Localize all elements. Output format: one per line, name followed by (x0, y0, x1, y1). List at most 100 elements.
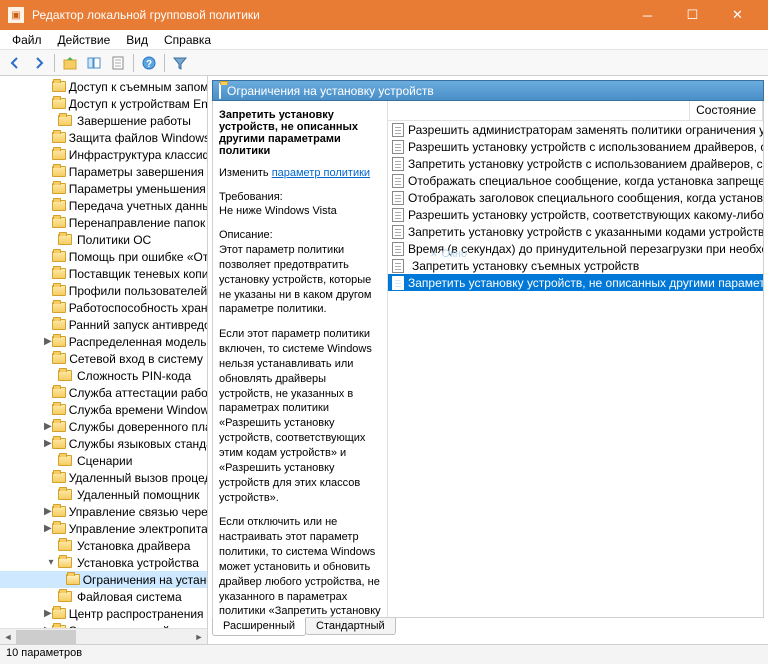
folder-icon (58, 556, 74, 570)
tree-item[interactable]: ▶Доступ к съемным запоми (0, 78, 207, 95)
back-button[interactable] (4, 52, 26, 74)
expand-icon[interactable]: ▶ (44, 336, 52, 347)
title-bar: ▣ Редактор локальной групповой политики … (0, 0, 768, 30)
tree-item[interactable]: ▶Поставщик теневых копий (0, 265, 207, 282)
up-button[interactable] (59, 52, 81, 74)
description-column: Запретить установку устройств, не описан… (213, 101, 388, 617)
tree-item-label: Сложность PIN-кода (77, 369, 191, 383)
folder-icon (52, 437, 66, 451)
tree-item[interactable]: ▶ Центр распространения кл (0, 605, 207, 622)
folder-icon (52, 522, 66, 536)
tab-extended[interactable]: Расширенный (212, 617, 306, 636)
folder-icon (52, 267, 66, 281)
expand-icon[interactable]: ▶ (44, 523, 52, 534)
properties-button[interactable] (107, 52, 129, 74)
tree-item[interactable]: ▶Служба аттестации работос (0, 384, 207, 401)
tree-item[interactable]: ▶Сетевой вход в систему (0, 350, 207, 367)
list-row[interactable]: Запретить установку съемных устройств (388, 257, 763, 274)
content-header: Ограничения на установку устройств (212, 80, 764, 101)
list-row[interactable]: Запретить установку устройств, не описан… (388, 274, 763, 291)
edit-policy-link[interactable]: параметр политики (272, 167, 370, 179)
tree-item[interactable]: ▶Удаленный вызов процедур (0, 469, 207, 486)
tree-item[interactable]: ▾Установка устройства (0, 554, 207, 571)
collapse-icon[interactable]: ▾ (44, 557, 58, 568)
menu-file[interactable]: Файл (4, 31, 50, 49)
tree-item[interactable]: ▶ Управление связью через И (0, 503, 207, 520)
minimize-button[interactable]: ─ (625, 0, 670, 30)
tree-item[interactable]: ▶Перенаправление папок (0, 214, 207, 231)
tree-item[interactable]: ▶Помощь при ошибке «Отк (0, 248, 207, 265)
column-state[interactable]: Состояние (690, 101, 763, 120)
window-title: Редактор локальной групповой политики (32, 8, 625, 22)
tree-item[interactable]: ▶Службы языковых стандарт (0, 435, 207, 452)
tree-item-label: Управление связью через И (69, 505, 207, 519)
folder-icon (66, 573, 80, 587)
description-p2: Если этот параметр политики включен, то … (219, 327, 381, 505)
tree-item-label: Ранний запуск антивредонс (69, 318, 207, 332)
description-p1: Этот параметр политики позволяет предотв… (219, 243, 381, 317)
tree-item[interactable]: ▶Политики ОС (0, 231, 207, 248)
tree-item[interactable]: ▶Профили пользователей (0, 282, 207, 299)
tree-item[interactable]: ▶ Управление электропитани (0, 520, 207, 537)
list-row-label: Разрешить установку устройств, соответст… (408, 208, 763, 222)
column-setting[interactable] (388, 101, 690, 120)
tree-item-label: Защита файлов Windows (69, 131, 207, 145)
list-row[interactable]: Отображать заголовок специального сообще… (388, 189, 763, 206)
expand-icon[interactable]: ▶ (44, 421, 52, 432)
list-row[interactable]: Разрешить администраторам заменять полит… (388, 121, 763, 138)
tree-item[interactable]: ▶Инфраструктура классифи (0, 146, 207, 163)
tree-item[interactable]: ▶Завершение работы (0, 112, 207, 129)
tree-item[interactable]: ▶Установка драйвера (0, 537, 207, 554)
policy-icon (392, 276, 404, 290)
expand-icon[interactable]: ▶ (44, 608, 52, 619)
folder-icon (58, 590, 74, 604)
close-button[interactable]: ✕ (715, 0, 760, 30)
expand-icon[interactable]: ▶ (44, 438, 52, 449)
tab-standard[interactable]: Стандартный (305, 618, 396, 635)
tree-item-label: Центр распространения кл (69, 607, 207, 621)
folder-icon (58, 488, 74, 502)
tree-item[interactable]: ▶Сценарии (0, 452, 207, 469)
tree-item[interactable]: ▶Ранний запуск антивредонс (0, 316, 207, 333)
tree-item[interactable]: ▶Сложность PIN-кода (0, 367, 207, 384)
menu-view[interactable]: Вид (118, 31, 156, 49)
list-row[interactable]: Время (в секундах) до принудительной пер… (388, 240, 763, 257)
maximize-button[interactable]: ☐ (670, 0, 715, 30)
tree-item[interactable]: ▶Защита файлов Windows (0, 129, 207, 146)
tree-item[interactable]: ▶Удаленный помощник (0, 486, 207, 503)
list-row[interactable]: Запретить установку устройств с указанны… (388, 223, 763, 240)
tree-item-label: Службы доверенного плат (69, 420, 207, 434)
tree-item[interactable]: ▶Параметры уменьшения ри (0, 180, 207, 197)
help-button[interactable]: ? (138, 52, 160, 74)
show-hide-tree-button[interactable] (83, 52, 105, 74)
forward-button[interactable] (28, 52, 50, 74)
list-row[interactable]: Разрешить установку устройств с использо… (388, 138, 763, 155)
tree-item-label: Распределенная модель СС (69, 335, 207, 349)
menu-action[interactable]: Действие (50, 31, 119, 49)
expand-icon[interactable]: ▶ (44, 506, 52, 517)
folder-icon (58, 369, 74, 383)
tree-item[interactable]: ▶Служба времени Windows (0, 401, 207, 418)
list-row-label: Запретить установку устройств, не описан… (408, 276, 763, 290)
tree-item[interactable]: ▶Доступ к устройствам Enha (0, 95, 207, 112)
tree-item-label: Управление электропитани (69, 522, 207, 536)
list-row[interactable]: Отображать специальное сообщение, когда … (388, 172, 763, 189)
filter-button[interactable] (169, 52, 191, 74)
list-row[interactable]: Запретить установку устройств с использо… (388, 155, 763, 172)
tree-h-scrollbar[interactable]: ◄ ► (0, 628, 207, 644)
content-tabs: Расширенный Стандартный (212, 618, 764, 640)
folder-icon (52, 335, 66, 349)
tree-item[interactable]: ▶ Службы доверенного плат (0, 418, 207, 435)
tree-item[interactable]: ▶Передача учетных данных (0, 197, 207, 214)
folder-icon (52, 420, 66, 434)
folder-icon (58, 233, 74, 247)
tree-item[interactable]: ▶Параметры завершения ра (0, 163, 207, 180)
menu-help[interactable]: Справка (156, 31, 219, 49)
list-row[interactable]: Разрешить установку устройств, соответст… (388, 206, 763, 223)
folder-icon (52, 284, 66, 298)
folder-icon (52, 148, 66, 162)
tree-item[interactable]: ▶Работоспособность храни (0, 299, 207, 316)
tree-item[interactable]: ▶Файловая система (0, 588, 207, 605)
tree-item[interactable]: ▶ Распределенная модель СС (0, 333, 207, 350)
tree-item[interactable]: ▶Ограничения на установк (0, 571, 207, 588)
